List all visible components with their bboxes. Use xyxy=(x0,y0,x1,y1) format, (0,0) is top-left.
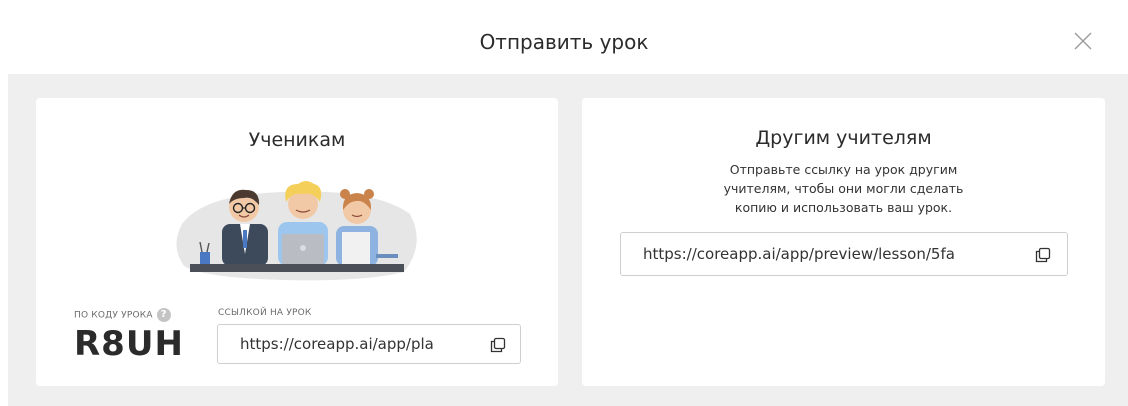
description-line: учителям, чтобы они могли сделать xyxy=(723,181,964,196)
teachers-card-title: Другим учителям xyxy=(755,127,932,149)
dialog-header: Отправить урок xyxy=(0,0,1128,74)
students-illustration xyxy=(176,181,417,281)
description-line: Отправьте ссылку на урок другим xyxy=(729,162,958,177)
copy-icon[interactable] xyxy=(1035,247,1051,263)
student-link-value: https://coreapp.ai/app/pla xyxy=(240,335,434,353)
close-icon[interactable] xyxy=(1072,30,1094,52)
description-line: копию и использовать ваш урок. xyxy=(734,200,953,215)
student-link-field[interactable]: https://coreapp.ai/app/pla xyxy=(217,324,521,364)
teacher-link-value: https://coreapp.ai/app/preview/lesson/5f… xyxy=(643,245,955,263)
dialog-title: Отправить урок xyxy=(479,30,649,54)
dialog-body: Ученикам ПО КОДУ УРОКА ? R8UH ССЫЛКОЙ НА… xyxy=(8,74,1128,406)
help-icon[interactable]: ? xyxy=(156,308,171,322)
code-label-text: ПО КОДУ УРОКА xyxy=(74,310,153,321)
copy-icon[interactable] xyxy=(490,337,506,353)
teacher-link-field[interactable]: https://coreapp.ai/app/preview/lesson/5f… xyxy=(620,232,1068,276)
students-card: Ученикам ПО КОДУ УРОКА ? R8UH ССЫЛКОЙ НА… xyxy=(36,98,558,386)
teachers-card-description: Отправьте ссылку на урок другим учителям… xyxy=(582,160,1105,217)
teachers-card: Другим учителям Отправьте ссылку на урок… xyxy=(582,98,1105,386)
students-card-title: Ученикам xyxy=(248,129,346,151)
link-label: ССЫЛКОЙ НА УРОК xyxy=(218,308,312,318)
lesson-code: R8UH xyxy=(74,324,184,364)
code-label: ПО КОДУ УРОКА? xyxy=(74,308,171,322)
